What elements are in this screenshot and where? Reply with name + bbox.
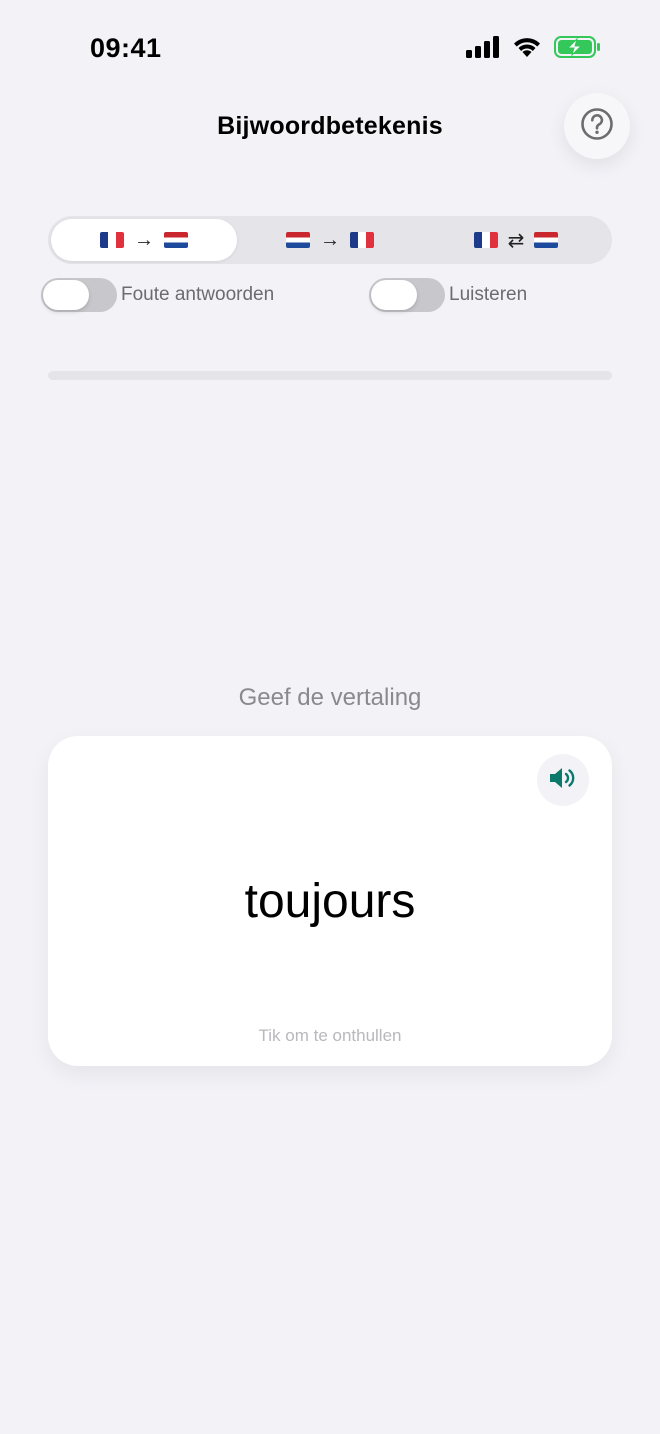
flag-nl-icon xyxy=(286,232,310,248)
battery-charging-icon xyxy=(554,36,600,58)
flag-fr-icon xyxy=(473,232,498,248)
wrong-answers-toggle-row: Foute antwoorden xyxy=(41,278,274,312)
segment-both-directions[interactable]: ⇄ xyxy=(423,219,609,261)
signal-icon xyxy=(466,36,500,58)
card-word: toujours xyxy=(244,875,416,928)
listen-toggle[interactable] xyxy=(369,278,445,312)
direction-selector: → → ⇄ xyxy=(48,216,612,264)
progress-bar xyxy=(48,371,612,380)
screen: 09:41 Bijwoordbetekenis → → ⇄ Foute antw… xyxy=(0,0,660,1434)
status-bar: 09:41 xyxy=(0,0,660,96)
toggle-knob xyxy=(43,280,89,310)
flag-fr-icon xyxy=(350,232,374,248)
arrow-right-icon: → xyxy=(134,228,154,251)
arrow-right-icon: → xyxy=(320,228,340,251)
segment-nl-to-fr[interactable]: → xyxy=(237,219,423,261)
question-circle-icon xyxy=(580,107,614,146)
swap-arrows-icon: ⇄ xyxy=(507,229,525,252)
wrong-answers-toggle[interactable] xyxy=(41,278,117,312)
listen-toggle-row: Luisteren xyxy=(369,278,527,312)
speaker-icon xyxy=(548,765,578,796)
flag-nl-icon xyxy=(534,232,559,248)
listen-label: Luisteren xyxy=(449,284,528,305)
speaker-button[interactable] xyxy=(537,754,589,806)
wrong-answers-label: Foute antwoorden xyxy=(121,284,275,305)
toggle-knob xyxy=(371,280,417,310)
segment-fr-to-nl[interactable]: → xyxy=(51,219,237,261)
flag-fr-icon xyxy=(100,232,124,248)
prompt-text: Geef de vertaling xyxy=(238,684,422,711)
status-time: 09:41 xyxy=(90,33,162,63)
status-icons xyxy=(466,36,600,58)
help-button[interactable] xyxy=(564,93,630,159)
wifi-icon xyxy=(512,36,542,58)
flashcard[interactable]: toujours Tik om te onthullen xyxy=(48,736,612,1066)
flag-nl-icon xyxy=(164,232,188,248)
reveal-hint: Tik om te onthullen xyxy=(258,1026,402,1045)
page-title: Bijwoordbetekenis xyxy=(217,112,443,140)
